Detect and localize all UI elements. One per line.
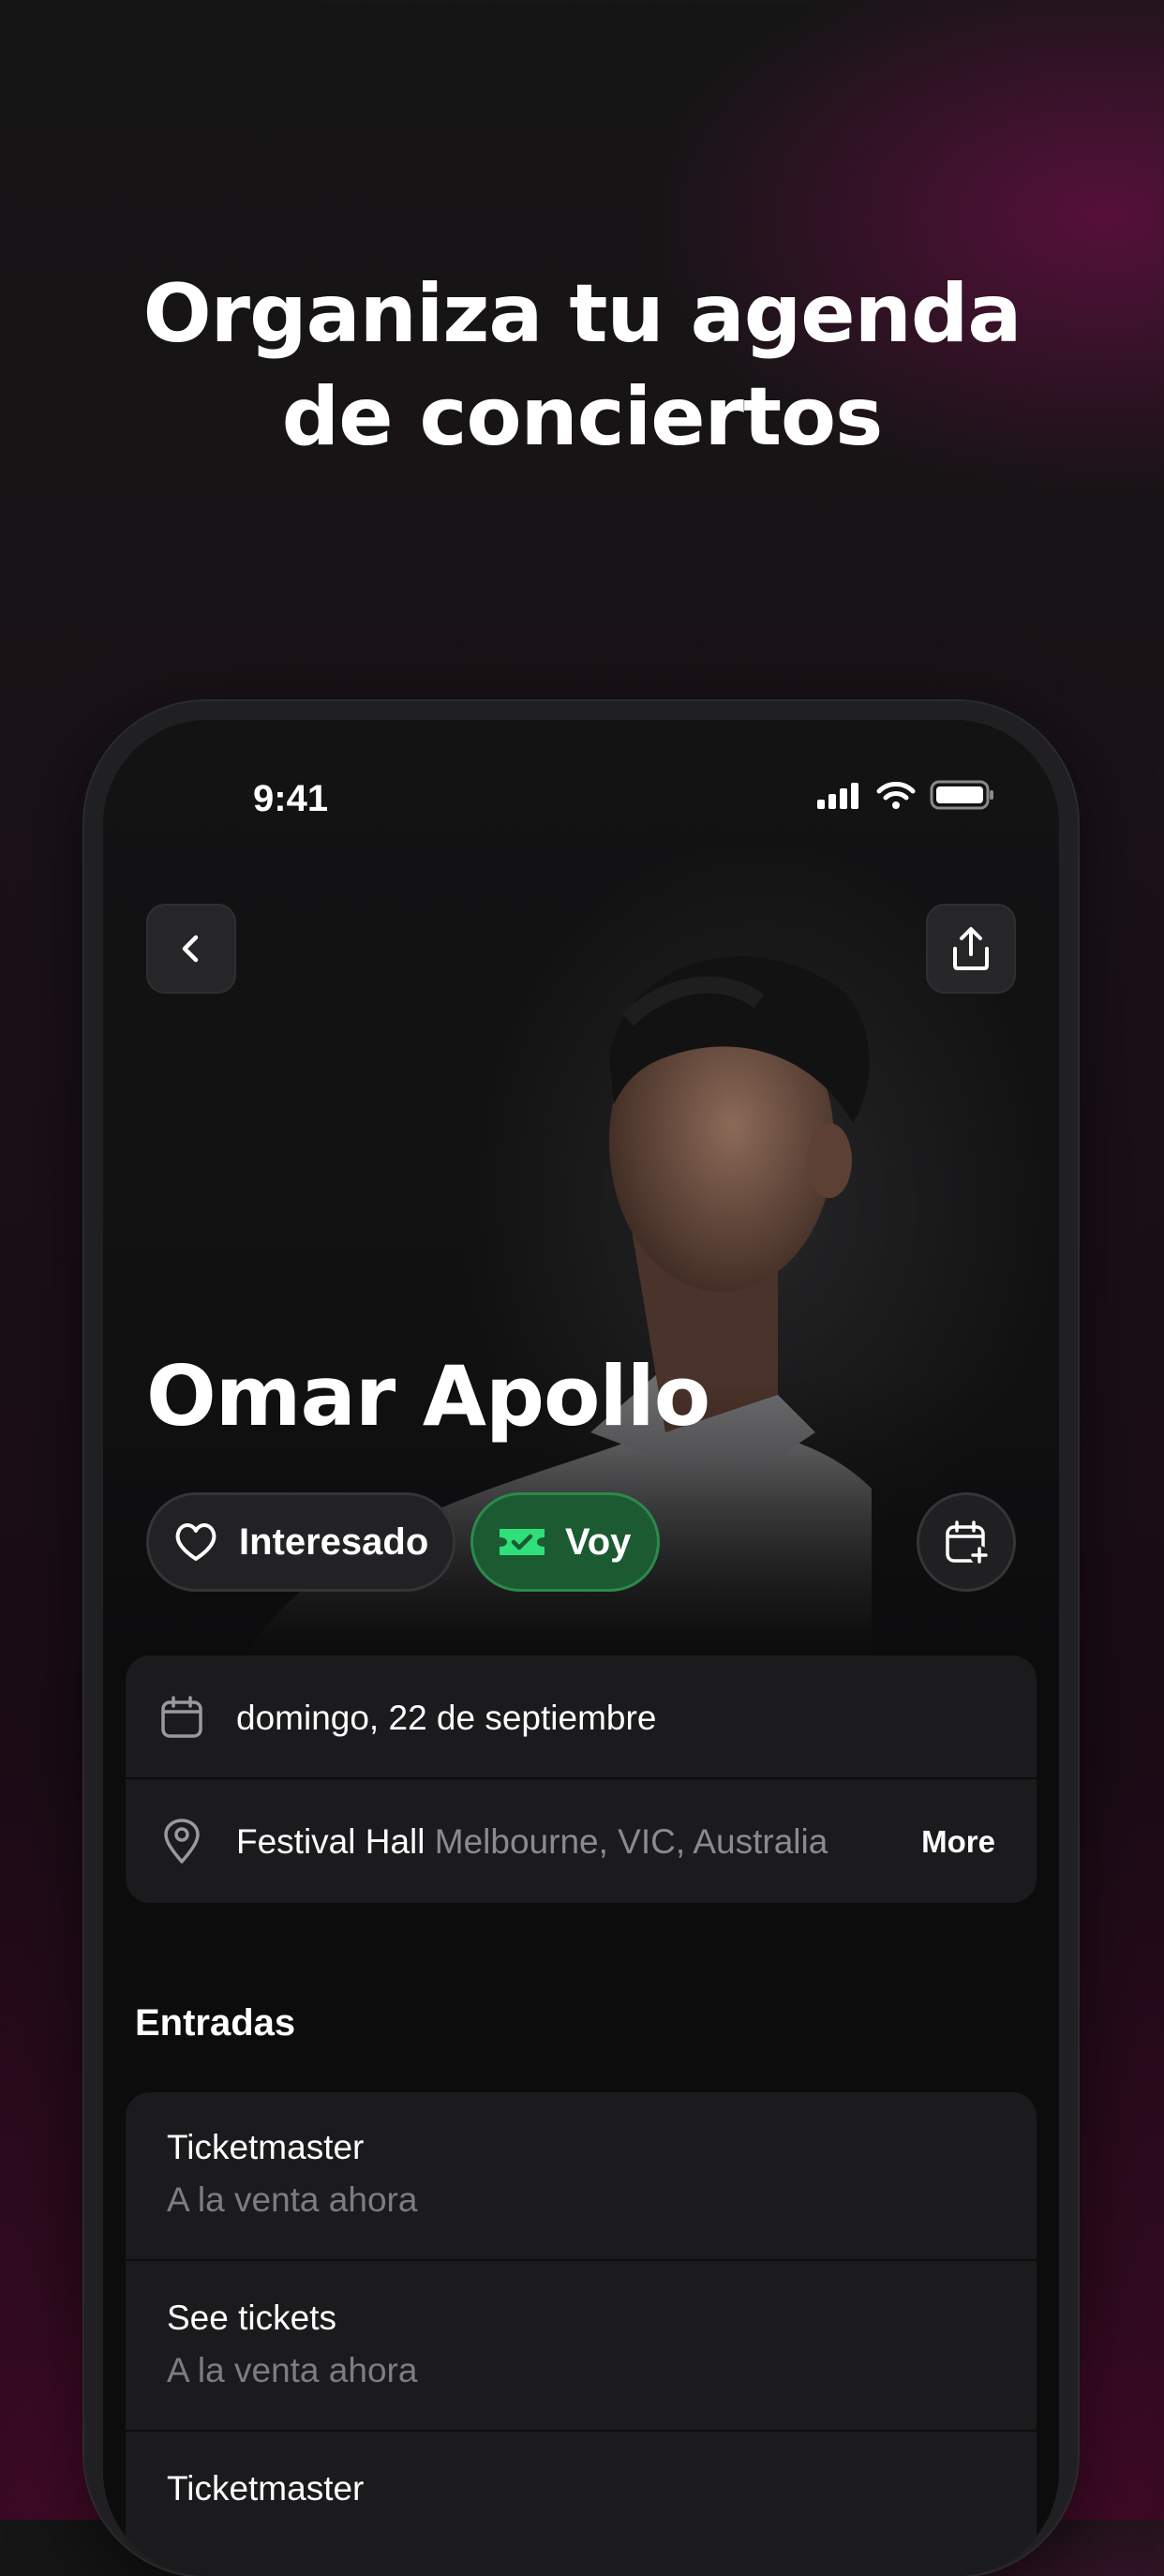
ticket-sale-status: A la venta ahora (167, 2180, 418, 2219)
phone-screen: 9:41 Omar Apollo Interesado Voy domingo,… (103, 720, 1059, 2576)
back-button[interactable] (146, 904, 236, 994)
tickets-list: Ticketmaster A la venta ahora See ticket… (126, 2092, 1037, 2576)
event-venue-text: Festival Hall Melbourne, VIC, Australia (236, 1822, 828, 1862)
headline: Organiza tu agenda de conciertos (0, 262, 1164, 469)
status-time: 9:41 (253, 778, 329, 819)
ticket-provider-name: See tickets (167, 2299, 336, 2337)
share-icon (953, 927, 989, 970)
tickets-section-title: Entradas (135, 2002, 296, 2044)
add-to-calendar-button[interactable] (917, 1492, 1016, 1592)
calendar-icon (161, 1696, 202, 1738)
headline-line-2: de conciertos (281, 370, 884, 464)
event-date-row: domingo, 22 de septiembre (126, 1655, 1037, 1779)
status-icons (815, 780, 995, 810)
phone-frame: 9:41 Omar Apollo Interesado Voy domingo,… (84, 701, 1078, 2576)
venue-name: Festival Hall (236, 1822, 425, 1861)
wifi-icon (876, 782, 916, 809)
cellular-signal-icon (817, 783, 858, 809)
heart-icon (175, 1523, 216, 1561)
event-info-card: domingo, 22 de septiembre Festival Hall … (126, 1655, 1037, 1903)
event-date: domingo, 22 de septiembre (236, 1699, 657, 1737)
ticket-provider-row[interactable]: Ticketmaster A la venta ahora (126, 2092, 1037, 2261)
venue-more-link[interactable]: More (921, 1824, 995, 1860)
ticket-provider-row[interactable]: See tickets A la venta ahora (126, 2263, 1037, 2432)
battery-icon (930, 780, 993, 810)
going-label: Voy (565, 1520, 632, 1563)
interested-label: Interesado (239, 1520, 429, 1563)
share-button[interactable] (926, 904, 1016, 994)
calendar-add-icon (946, 1520, 989, 1565)
location-pin-icon (164, 1819, 200, 1864)
ticket-provider-name: Ticketmaster (167, 2128, 365, 2166)
going-button[interactable]: Voy (470, 1492, 660, 1592)
interested-button[interactable]: Interesado (146, 1492, 455, 1592)
chevron-left-icon (182, 935, 199, 963)
ticket-provider-row[interactable]: Ticketmaster (126, 2434, 1037, 2576)
ticket-check-icon (500, 1529, 545, 1555)
ticket-provider-name: Ticketmaster (167, 2469, 365, 2508)
venue-location: Melbourne, VIC, Australia (434, 1822, 828, 1861)
headline-line-1: Organiza tu agenda (142, 267, 1022, 361)
event-venue-row[interactable]: Festival Hall Melbourne, VIC, Australia … (126, 1779, 1037, 1903)
ticket-sale-status: A la venta ahora (167, 2351, 418, 2389)
artist-name: Omar Apollo (146, 1348, 710, 1445)
